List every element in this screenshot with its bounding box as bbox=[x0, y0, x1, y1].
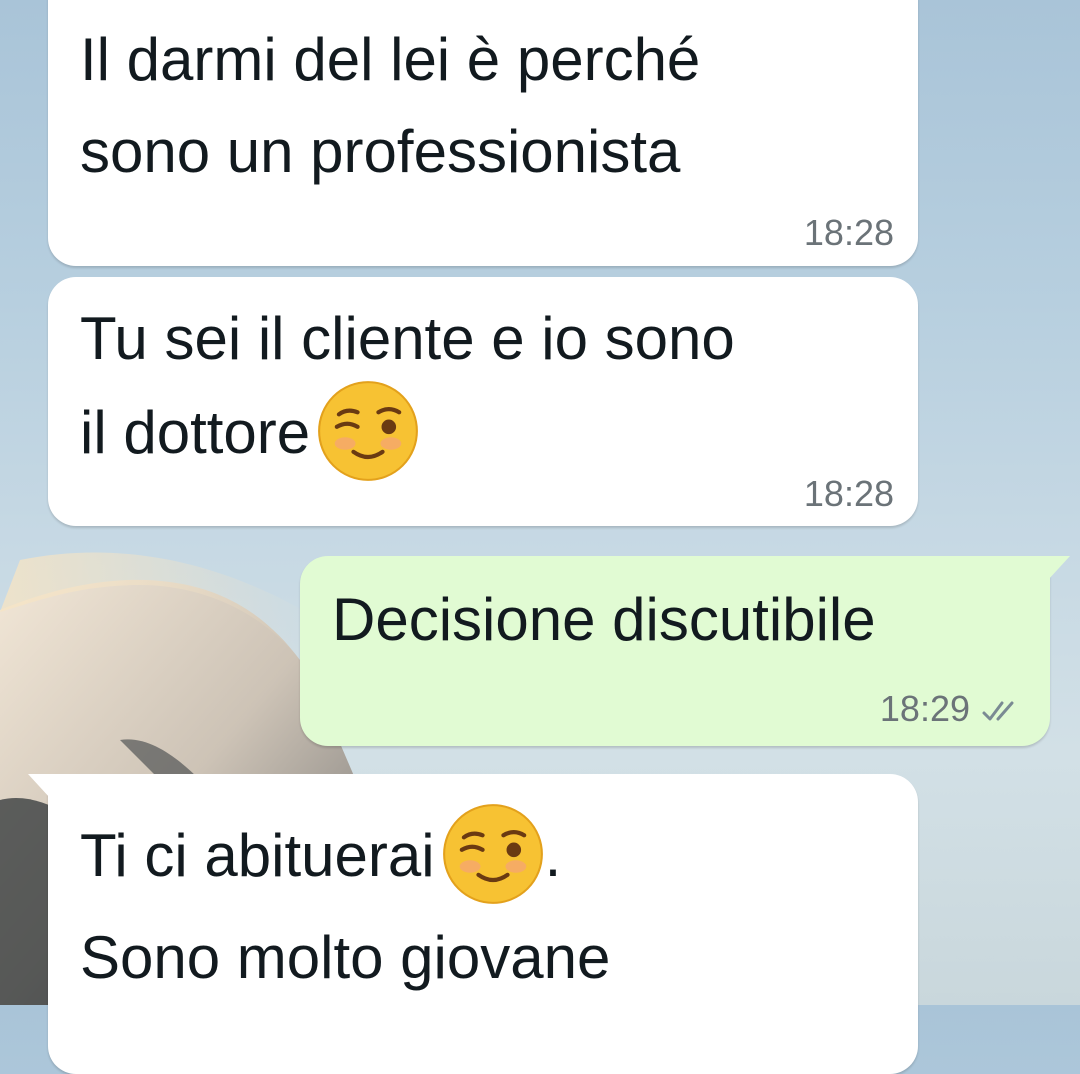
message-bubble-outgoing[interactable]: Decisione discutibile 18:29 bbox=[300, 556, 1070, 746]
bubble-tail bbox=[1048, 556, 1070, 580]
winking-blush-emoji bbox=[441, 802, 545, 906]
message-text: Tu sei il cliente e io sono il dottore bbox=[80, 293, 898, 489]
message-timestamp: 18:29 bbox=[880, 688, 1024, 730]
message-text: Decisione discutibile bbox=[332, 586, 876, 653]
winking-blush-emoji bbox=[316, 379, 420, 483]
message-bubble-incoming[interactable]: Ti ci abituerai . Sono molto giovane bbox=[28, 774, 918, 1074]
read-double-check-icon bbox=[982, 701, 1014, 721]
message-bubble-incoming[interactable]: Tu sei il cliente e io sono il dottore 1… bbox=[48, 277, 918, 526]
message-bubble-incoming[interactable]: Il darmi del lei è perché sono un profes… bbox=[48, 0, 918, 266]
message-text: Il darmi del lei è perché sono un profes… bbox=[80, 26, 701, 185]
message-text: Ti ci abituerai . Sono molto giovane bbox=[80, 804, 898, 1004]
message-timestamp: 18:28 bbox=[803, 212, 894, 253]
bubble-tail bbox=[28, 774, 50, 798]
message-timestamp: 18:28 bbox=[803, 473, 894, 514]
